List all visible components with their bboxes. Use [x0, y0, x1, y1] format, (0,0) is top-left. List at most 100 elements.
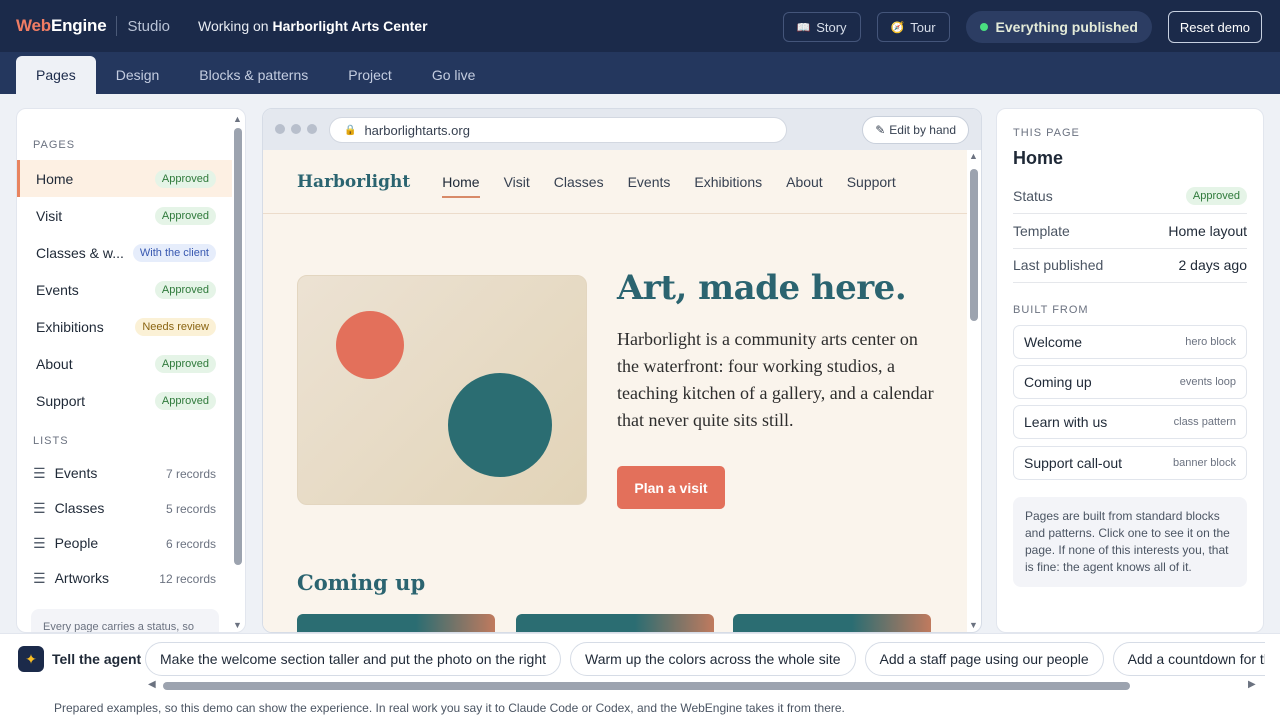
section-title[interactable]: Coming up [297, 570, 425, 595]
site-nav-about[interactable]: About [786, 168, 823, 196]
suggestion-chip[interactable]: Add a countdown for the print fai [1112, 642, 1265, 676]
tab-project[interactable]: Project [328, 56, 412, 94]
page-title: Home [1013, 148, 1064, 168]
sidebar-item-support[interactable]: Support Approved [17, 382, 232, 419]
scroll-left-icon[interactable]: ◀ [148, 679, 156, 690]
site-nav: Harborlight Home Visit Classes Events Ex… [263, 150, 967, 214]
publish-status-badge[interactable]: Everything published [965, 11, 1152, 43]
site-canvas: Harborlight Home Visit Classes Events Ex… [263, 150, 967, 632]
block-item-support-callout[interactable]: Support call-out banner block [1013, 446, 1247, 480]
url-bar[interactable]: 🔒 harborlightarts.org [329, 117, 787, 143]
lists-heading: LISTS [33, 435, 69, 447]
tour-button[interactable]: 🧭 Tour [876, 12, 950, 42]
block-item-coming-up[interactable]: Coming up events loop [1013, 365, 1247, 399]
tab-pages[interactable]: Pages [16, 56, 96, 94]
status-badge: Approved [1185, 187, 1247, 205]
blocks-help-note: Pages are built from standard blocks and… [1013, 497, 1247, 587]
list-icon: ☰ [33, 465, 46, 481]
status-row: Status Approved [1013, 179, 1247, 214]
status-badge: Approved [154, 391, 216, 410]
edit-by-hand-button[interactable]: ✎ Edit by hand [862, 116, 969, 144]
suggestion-chip[interactable]: Add a staff page using our people [864, 642, 1104, 676]
chips-scrollbar[interactable]: ◀ ▶ [148, 679, 1260, 691]
agent-footnote: Prepared examples, so this demo can show… [54, 701, 845, 715]
event-card[interactable] [516, 614, 714, 632]
preview-scrollbar[interactable]: ▲ ▼ [969, 151, 979, 631]
event-card[interactable] [297, 614, 495, 632]
scroll-thumb[interactable] [163, 682, 1130, 690]
project-name: Harborlight Arts Center [272, 18, 428, 34]
app-logo: WebEngine [16, 16, 107, 35]
book-icon: 📖 [796, 21, 811, 34]
page-details-panel: THIS PAGE Home Status Approved Template … [996, 108, 1264, 633]
status-badge: Needs review [135, 317, 216, 336]
template-row: Template Home layout [1013, 214, 1247, 249]
suggestion-chip[interactable]: Warm up the colors across the whole site [570, 642, 856, 676]
status-badge: Approved [154, 206, 216, 225]
site-nav-visit[interactable]: Visit [504, 168, 530, 196]
sidebar-item-exhibitions[interactable]: Exhibitions Needs review [17, 308, 232, 345]
status-dot-icon [979, 23, 988, 31]
agent-label: Tell the agent [52, 651, 142, 667]
last-published-row: Last published 2 days ago [1013, 248, 1247, 283]
site-nav-classes[interactable]: Classes [554, 168, 604, 196]
scroll-thumb[interactable] [234, 128, 242, 565]
site-preview: 🔒 harborlightarts.org ✎ Edit by hand Harb… [262, 108, 982, 633]
sparkle-icon: ✦ [18, 646, 44, 672]
site-logo[interactable]: Harborlight [297, 172, 410, 192]
site-nav-events[interactable]: Events [628, 168, 671, 196]
pages-sidebar: PAGES Home Approved Visit Approved Class… [16, 108, 246, 633]
list-icon: ☰ [33, 535, 46, 551]
top-bar: WebEngine Studio Working on Harborlight … [0, 0, 1280, 52]
list-item-events[interactable]: ☰ Events 7 records [17, 456, 232, 491]
suggestion-chip[interactable]: Make the welcome section taller and put … [145, 642, 562, 676]
list-item-artworks[interactable]: ☰ Artworks 12 records [17, 561, 232, 596]
compass-icon: 🧭 [890, 21, 905, 34]
sidebar-item-events[interactable]: Events Approved [17, 271, 232, 308]
plan-visit-button[interactable]: Plan a visit [617, 466, 725, 509]
scroll-thumb[interactable] [970, 169, 978, 321]
list-icon: ☰ [33, 500, 46, 516]
sidebar-scrollbar[interactable]: ▲ ▼ [233, 114, 242, 630]
list-icon: ☰ [33, 570, 46, 586]
sidebar-item-about[interactable]: About Approved [17, 345, 232, 382]
agent-bar: ✦ Tell the agent Make the welcome sectio… [0, 633, 1280, 720]
studio-label: Studio [127, 17, 171, 35]
sidebar-item-home[interactable]: Home Approved [17, 160, 232, 197]
suggestion-chips: Make the welcome section taller and put … [145, 642, 1265, 676]
scroll-up-icon[interactable]: ▲ [969, 151, 978, 161]
built-from-heading: BUILT FROM [1013, 304, 1089, 316]
hero-image[interactable] [297, 275, 587, 505]
status-badge: Approved [154, 354, 216, 373]
reset-demo-button[interactable]: Reset demo [1167, 11, 1262, 43]
main-tabs: Pages Design Blocks & patterns Project G… [0, 52, 1280, 94]
status-badge: With the client [132, 243, 216, 262]
sidebar-note: Every page carries a status, so [31, 609, 219, 632]
site-nav-exhibitions[interactable]: Exhibitions [694, 168, 762, 196]
teal-circle [448, 373, 552, 477]
block-item-learn-with-us[interactable]: Learn with us class pattern [1013, 405, 1247, 439]
sidebar-item-classes[interactable]: Classes & w... With the client [17, 234, 232, 271]
hero-title[interactable]: Art, made here. [617, 268, 907, 308]
list-item-classes[interactable]: ☰ Classes 5 records [17, 491, 232, 526]
this-page-heading: THIS PAGE [1013, 127, 1080, 139]
pages-heading: PAGES [33, 139, 76, 151]
tab-go-live[interactable]: Go live [412, 56, 496, 94]
browser-chrome: 🔒 harborlightarts.org ✎ Edit by hand [263, 109, 981, 150]
pencil-icon: ✎ [875, 123, 886, 137]
tab-blocks-patterns[interactable]: Blocks & patterns [179, 56, 328, 94]
status-badge: Approved [154, 169, 216, 188]
sidebar-item-visit[interactable]: Visit Approved [17, 197, 232, 234]
event-card[interactable] [733, 614, 931, 632]
story-button[interactable]: 📖 Story [782, 12, 861, 42]
list-item-people[interactable]: ☰ People 6 records [17, 526, 232, 561]
tab-design[interactable]: Design [96, 56, 180, 94]
site-nav-home[interactable]: Home [442, 168, 480, 198]
hero-text[interactable]: Harborlight is a community arts center o… [617, 326, 939, 434]
site-nav-support[interactable]: Support [847, 168, 896, 196]
scroll-up-icon[interactable]: ▲ [233, 114, 242, 124]
scroll-right-icon[interactable]: ▶ [1248, 679, 1256, 690]
scroll-down-icon[interactable]: ▼ [233, 620, 242, 630]
scroll-down-icon[interactable]: ▼ [969, 620, 978, 630]
block-item-welcome[interactable]: Welcome hero block [1013, 325, 1247, 359]
